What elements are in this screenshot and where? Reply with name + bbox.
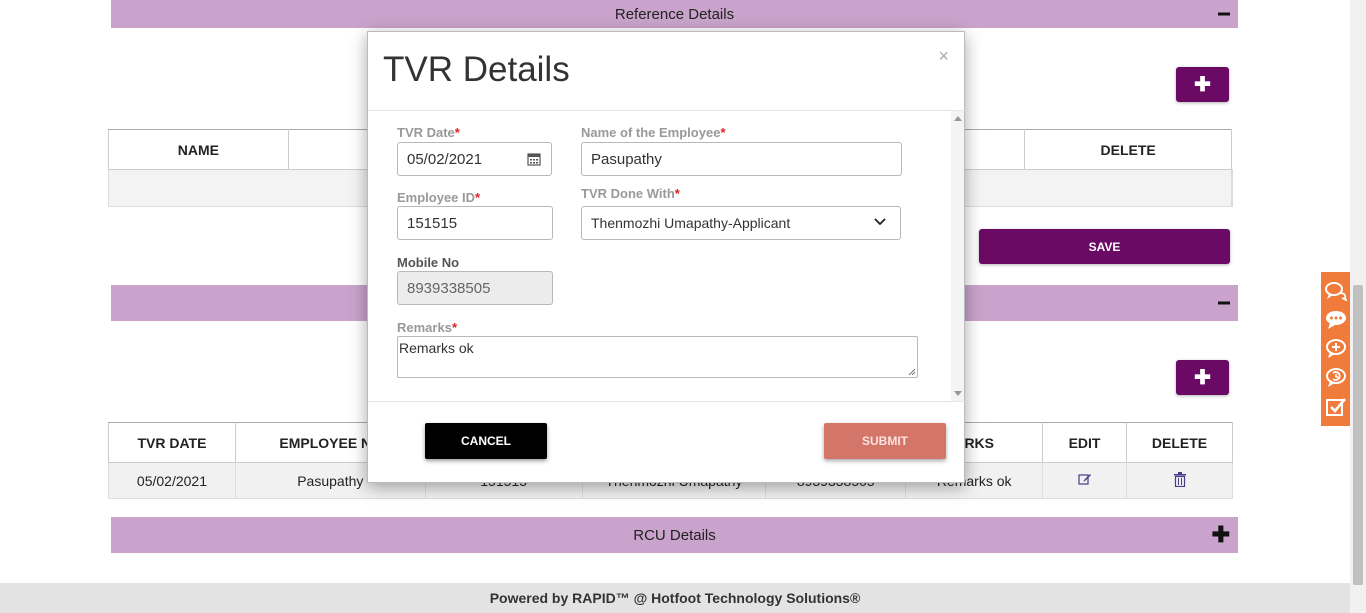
side-toolbar [1321,272,1350,426]
chevron-down-icon[interactable] [874,218,886,226]
column-header: NAME [108,129,289,170]
empty-cell [1231,169,1233,207]
tvr-date-cell: 05/02/2021 [108,462,236,499]
plus-icon: ✚ [1194,73,1211,96]
add-tvr-button[interactable]: ✚ [1176,360,1229,395]
page-scrollbar[interactable] [1350,0,1366,613]
chat-bubbles-icon[interactable] [1324,280,1347,302]
add-reference-button[interactable]: ✚ [1176,67,1229,102]
expand-rcu-icon[interactable]: ✚ [1212,524,1230,546]
edit-icon[interactable] [1077,472,1092,486]
cancel-button[interactable]: CANCEL [425,423,547,459]
employee-name-field[interactable]: Pasupathy [581,142,902,176]
resize-grip-icon[interactable] [908,368,916,376]
modal-title: TVR Details [383,50,570,89]
modal-body: TVR Date* 05/02/2021 Name of the Employe… [368,110,965,402]
collapse-reference-icon[interactable] [1218,12,1230,16]
tvr-date-value: 05/02/2021 [407,150,483,168]
column-header: DELETE [1126,422,1233,463]
column-header: DELETE [1024,129,1232,170]
tvr-details-modal: TVR Details × TVR Date* 05/02/2021 Name … [367,31,965,483]
trash-icon[interactable] [1173,471,1186,487]
remarks-label: Remarks* [397,320,457,335]
comment-icon[interactable] [1325,309,1347,331]
edit-cell[interactable] [1042,462,1127,499]
scroll-up-icon[interactable] [954,116,962,121]
remarks-textarea[interactable]: Remarks ok [397,336,918,378]
employee-name-value: Pasupathy [591,150,662,168]
tvr-date-label: TVR Date* [397,125,460,140]
collapse-tvr-icon[interactable] [1218,301,1230,305]
calendar-icon[interactable] [527,152,541,166]
close-icon[interactable]: × [938,46,949,67]
column-header: TVR DATE [108,422,236,463]
tvr-done-with-label: TVR Done With* [581,186,680,201]
mobile-no-field: 8939338505 [397,271,553,305]
remarks-value: Remarks ok [399,340,474,356]
employee-id-value: 151515 [407,214,458,232]
footer-text: Powered by RAPID™ @ Hotfoot Technology S… [489,590,861,606]
employee-id-label: Employee ID* [397,190,481,205]
column-header: EDIT [1042,422,1127,463]
plus-icon: ✚ [1194,366,1211,389]
scrollbar-thumb[interactable] [1353,285,1363,585]
reference-details-bar[interactable]: Reference Details [111,0,1238,28]
tvr-date-field[interactable]: 05/02/2021 [397,142,552,176]
employee-name-label: Name of the Employee* [581,125,726,140]
footer: Powered by RAPID™ @ Hotfoot Technology S… [0,583,1350,613]
submit-button[interactable]: SUBMIT [824,423,946,459]
mobile-no-value: 8939338505 [407,279,491,297]
tvr-done-with-select[interactable]: Thenmozhi Umapathy-Applicant [581,206,901,240]
checklist-icon[interactable] [1325,396,1347,418]
delete-cell[interactable] [1126,462,1233,499]
history-icon[interactable] [1325,367,1347,389]
employee-id-field[interactable]: 151515 [397,206,553,240]
reference-details-title: Reference Details [614,5,735,23]
rcu-details-bar[interactable]: RCU Details ✚ [111,517,1238,553]
mobile-no-label: Mobile No [397,255,460,270]
rcu-details-title: RCU Details [633,526,716,544]
scroll-down-icon[interactable] [954,391,962,396]
add-comment-icon[interactable] [1325,338,1347,360]
tvr-done-with-value: Thenmozhi Umapathy-Applicant [591,215,791,231]
save-button[interactable]: SAVE [979,229,1230,264]
modal-scrollbar[interactable] [951,111,964,401]
